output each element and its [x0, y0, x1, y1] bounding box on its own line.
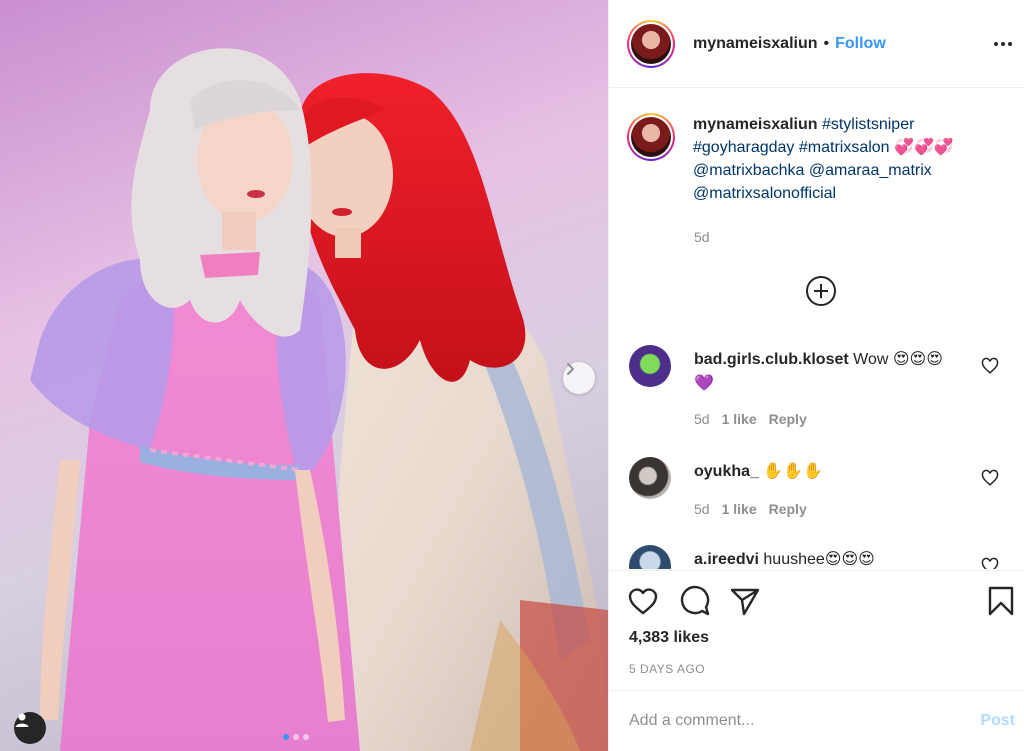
commenter-username[interactable]: bad.girls.club.kloset: [694, 351, 849, 368]
more-dot: [1001, 42, 1005, 46]
heart-icon[interactable]: [981, 557, 999, 569]
caption-text: mynameisxaliun #stylistsniper #goyharagd…: [693, 113, 993, 205]
comment-meta: 5d 1 like Reply: [694, 411, 807, 427]
share-paper-plane-icon[interactable]: [729, 585, 761, 617]
commenter-avatar[interactable]: [629, 545, 671, 569]
carousel-dot: [293, 734, 299, 740]
commenter-avatar[interactable]: [629, 457, 671, 499]
avatar-border: [629, 115, 673, 159]
avatar-image: [631, 117, 671, 157]
comment-item: oyukha_ ✋✋✋ 5d 1 like Reply: [629, 457, 1019, 527]
comment-bubble-icon[interactable]: [679, 585, 711, 617]
comment-message-line2: 💜: [694, 375, 714, 392]
comment-text: a.ireedvi huushee😍😍😍: [694, 548, 984, 569]
load-more-comments-button[interactable]: [805, 275, 837, 307]
save-bookmark-icon[interactable]: [985, 585, 1017, 617]
chevron-right-icon: [567, 363, 575, 375]
comment-meta: 5d 1 like Reply: [694, 501, 807, 517]
comment-likes[interactable]: 1 like: [722, 411, 757, 427]
comment-time[interactable]: 5d: [694, 501, 710, 517]
comment-text: bad.girls.club.kloset Wow 😍😍😍 💜: [694, 348, 984, 396]
mention-link[interactable]: @matrixbachka: [693, 162, 804, 179]
post-caption: mynameisxaliun #stylistsniper #goyharagd…: [627, 113, 1017, 205]
mention-link[interactable]: @matrixsalonofficial: [693, 185, 836, 202]
carousel-dot: [303, 734, 309, 740]
commenter-username[interactable]: a.ireedvi: [694, 551, 759, 568]
caption-emoji: 💞💞💞: [894, 139, 954, 156]
heart-icon[interactable]: [981, 357, 999, 375]
reply-button[interactable]: Reply: [769, 501, 807, 517]
post-actions: 4,383 likes 5 DAYS AGO: [609, 570, 1024, 690]
like-count[interactable]: 4,383 likes: [629, 629, 709, 647]
carousel-indicator: [283, 734, 309, 740]
comment-likes[interactable]: 1 like: [722, 501, 757, 517]
caption-author-avatar[interactable]: [627, 113, 675, 161]
author-avatar[interactable]: [627, 19, 675, 68]
hashtag-link[interactable]: #matrixsalon: [799, 139, 890, 156]
mention-link[interactable]: @amaraa_matrix: [809, 162, 932, 179]
plus-circle-icon: [806, 276, 836, 306]
instagram-post-modal: mynameisxaliun • Follow mynameisxaliun #…: [0, 0, 1024, 751]
avatar-image: [631, 23, 671, 64]
post-comment-button[interactable]: Post: [980, 712, 1015, 730]
post-header: mynameisxaliun • Follow: [609, 0, 1024, 88]
comment-message: huushee😍😍😍: [763, 551, 875, 568]
hashtag-link[interactable]: #goyharagday: [693, 139, 794, 156]
caption-username[interactable]: mynameisxaliun: [693, 116, 818, 133]
more-dot: [994, 42, 998, 46]
comment-item: bad.girls.club.kloset Wow 😍😍😍 💜 5d 1 lik…: [629, 345, 1019, 435]
header-separator: •: [823, 34, 830, 52]
heart-icon[interactable]: [981, 469, 999, 487]
commenter-username[interactable]: oyukha_: [694, 463, 759, 480]
post-timestamp[interactable]: 5 DAYS AGO: [629, 662, 705, 676]
follow-button[interactable]: Follow: [835, 35, 886, 53]
comment-input[interactable]: [629, 712, 981, 730]
comment-time[interactable]: 5d: [694, 411, 710, 427]
comment-item: a.ireedvi huushee😍😍😍: [629, 545, 1019, 569]
next-slide-button[interactable]: [563, 362, 595, 394]
caption-time[interactable]: 5d: [694, 229, 710, 245]
comment-message: Wow 😍😍😍: [853, 351, 943, 368]
comment-text: oyukha_ ✋✋✋: [694, 460, 984, 484]
tagged-users-button[interactable]: [14, 712, 46, 744]
comment-message: ✋✋✋: [763, 463, 824, 480]
post-details-panel: mynameisxaliun • Follow mynameisxaliun #…: [608, 0, 1024, 751]
author-username[interactable]: mynameisxaliun: [693, 35, 818, 53]
like-heart-icon[interactable]: [627, 585, 659, 617]
commenter-avatar[interactable]: [629, 345, 671, 387]
hashtag-link[interactable]: #stylistsniper: [822, 116, 914, 133]
photo-illustration: [30, 48, 608, 751]
more-dot: [1008, 42, 1012, 46]
more-options-button[interactable]: [991, 32, 1015, 56]
avatar-border: [629, 21, 673, 66]
carousel-dot: [283, 734, 289, 740]
post-media[interactable]: [0, 0, 608, 751]
comments-scroll-area[interactable]: mynameisxaliun #stylistsniper #goyharagd…: [609, 89, 1024, 569]
reply-button[interactable]: Reply: [769, 411, 807, 427]
user-icon: [15, 713, 29, 727]
add-comment-bar: Post: [609, 690, 1024, 751]
